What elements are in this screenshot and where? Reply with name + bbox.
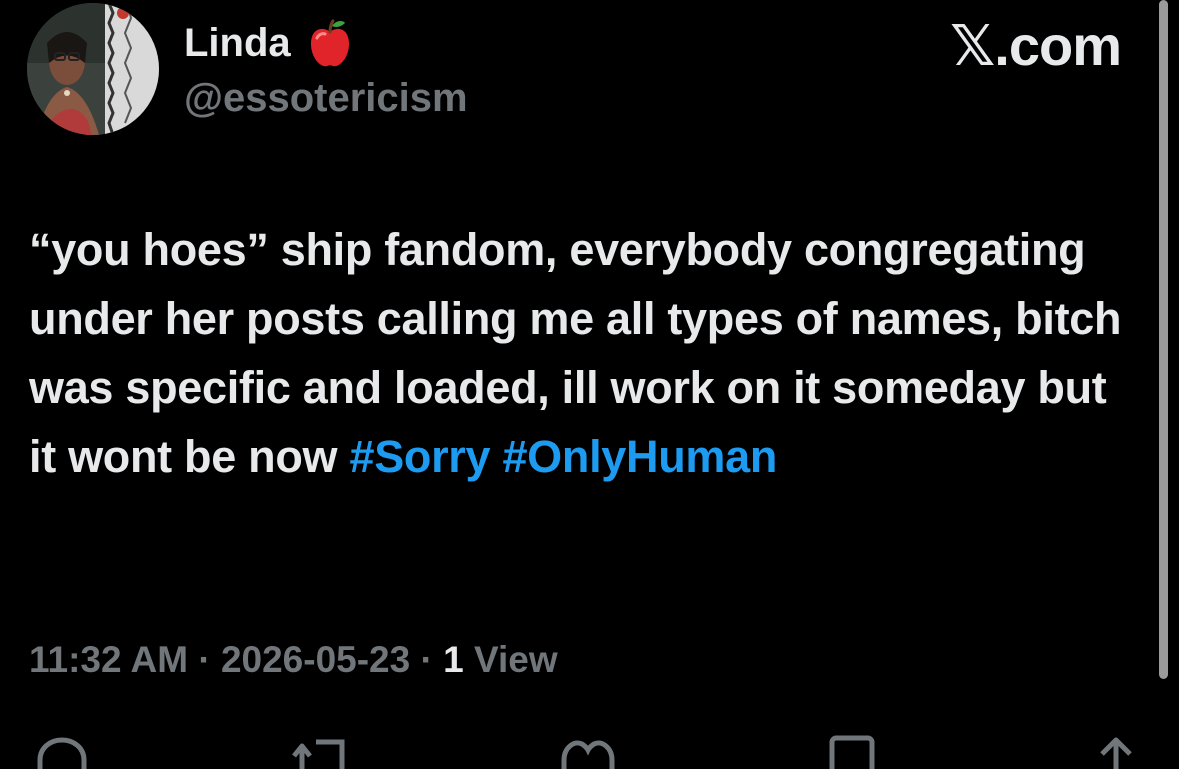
meta-separator: · — [410, 639, 444, 680]
tweet-text: “you hoes” ship fandom, everybody congre… — [29, 215, 1129, 491]
views-count: 1 — [443, 639, 464, 680]
red-apple-icon — [303, 16, 357, 70]
hashtag-link[interactable]: #Sorry — [349, 431, 490, 482]
repost-icon[interactable] — [288, 730, 352, 769]
like-icon[interactable] — [556, 730, 620, 769]
bookmark-icon[interactable] — [826, 730, 878, 769]
tweet-meta: 11:32 AM · 2026-05-23 · 1 View — [29, 632, 558, 688]
user-handle[interactable]: @essotericism — [184, 73, 468, 123]
tweet-actions-bar — [0, 730, 1179, 769]
meta-separator: · — [188, 639, 221, 680]
display-name[interactable]: Linda — [184, 16, 291, 70]
share-icon[interactable] — [1090, 730, 1142, 769]
avatar[interactable] — [27, 3, 159, 135]
display-name-row[interactable]: Linda — [184, 16, 357, 70]
tweet-date[interactable]: 2026-05-23 — [221, 639, 410, 680]
reply-icon[interactable] — [32, 730, 92, 769]
brand-label: 𝕏.com — [950, 14, 1122, 77]
hashtag-link[interactable]: #OnlyHuman — [502, 431, 777, 482]
tweet-time[interactable]: 11:32 AM — [29, 639, 188, 680]
views-label: View — [463, 639, 558, 680]
scrollbar[interactable] — [1159, 0, 1168, 679]
